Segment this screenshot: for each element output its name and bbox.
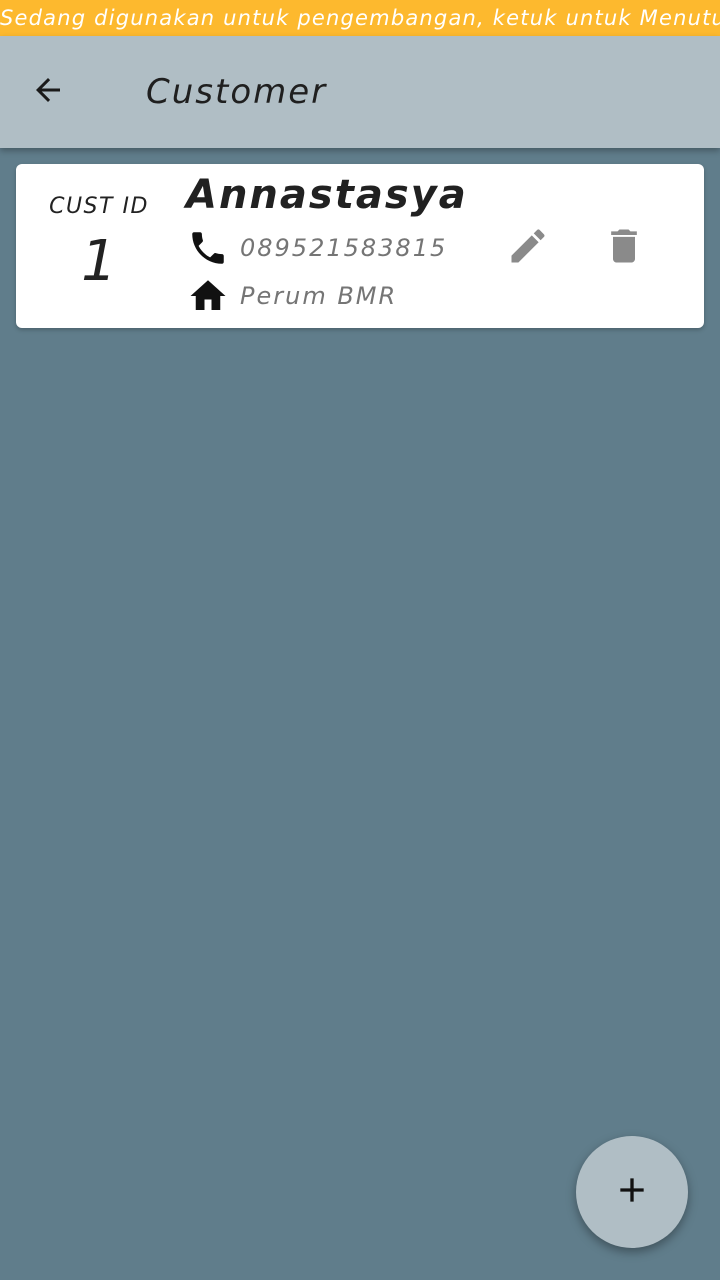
cust-id-value: 1 <box>81 229 117 294</box>
customer-card[interactable]: CUST ID 1 Annastasya 089521583815 Perum … <box>16 164 704 328</box>
edit-button[interactable] <box>500 220 556 276</box>
app-bar: Customer <box>0 36 720 148</box>
customer-phone: 089521583815 <box>240 234 448 262</box>
phone-row: 089521583815 <box>186 226 447 270</box>
address-row: Perum BMR <box>186 274 397 318</box>
dev-mode-banner[interactable]: Sedang digunakan untuk pengembangan, ket… <box>0 0 720 36</box>
back-button[interactable] <box>20 64 76 120</box>
phone-icon <box>186 226 230 270</box>
add-customer-button[interactable] <box>576 1136 688 1248</box>
arrow-back-icon <box>30 72 66 112</box>
customer-name: Annastasya <box>186 172 468 218</box>
pencil-icon <box>506 224 550 272</box>
customer-address: Perum BMR <box>240 282 398 310</box>
delete-button[interactable] <box>596 220 652 276</box>
trash-icon <box>602 224 646 272</box>
page-title: Customer <box>146 72 328 112</box>
cust-id-label: CUST ID <box>49 194 149 219</box>
plus-icon <box>612 1170 652 1214</box>
home-icon <box>186 274 230 318</box>
